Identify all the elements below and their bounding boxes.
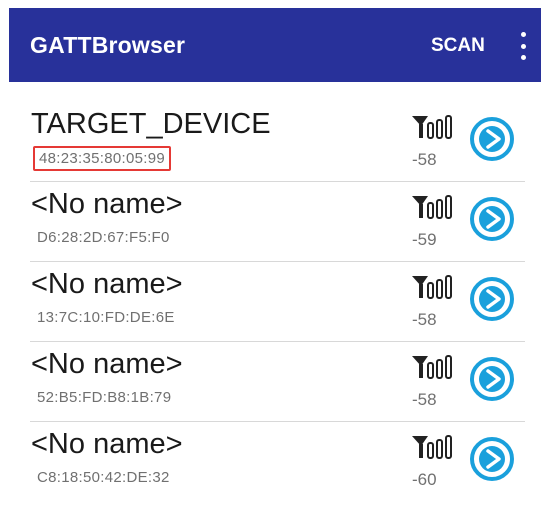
device-address: 48:23:35:80:05:99 <box>33 146 172 171</box>
device-row[interactable]: <No name> C8:18:50:42:DE:32 -60 <box>0 422 541 502</box>
device-address: 52:B5:FD:B8:1B:79 <box>37 389 172 406</box>
device-name: <No name> <box>31 348 183 380</box>
signal-strength-icon <box>412 435 452 459</box>
rssi-value: -60 <box>412 470 437 489</box>
play-circle-icon[interactable] <box>469 196 515 242</box>
device-name: <No name> <box>31 428 183 460</box>
rssi-value: -58 <box>412 310 437 329</box>
play-circle-icon[interactable] <box>469 356 515 402</box>
device-address: 13:7C:10:FD:DE:6E <box>37 309 175 326</box>
more-vert-icon[interactable] <box>512 32 534 60</box>
signal-strength-icon <box>412 195 452 219</box>
play-circle-icon[interactable] <box>469 116 515 162</box>
device-row[interactable]: <No name> 13:7C:10:FD:DE:6E -58 <box>0 262 541 342</box>
device-row[interactable]: TARGET_DEVICE 48:23:35:80:05:99 -58 <box>0 102 541 182</box>
app-bar: GATTBrowser SCAN <box>9 8 541 82</box>
signal-strength-icon <box>412 115 452 139</box>
device-address: C8:18:50:42:DE:32 <box>37 469 170 486</box>
play-circle-icon[interactable] <box>469 436 515 482</box>
signal-strength-icon <box>412 275 452 299</box>
app-title: GATTBrowser <box>30 32 186 58</box>
device-name: TARGET_DEVICE <box>31 108 271 140</box>
play-circle-icon[interactable] <box>469 276 515 322</box>
signal-strength-icon <box>412 355 452 379</box>
device-name: <No name> <box>31 268 183 300</box>
rssi-value: -58 <box>412 390 437 409</box>
device-list: TARGET_DEVICE 48:23:35:80:05:99 -58 <No … <box>0 102 541 502</box>
device-address: D6:28:2D:67:F5:F0 <box>37 229 170 246</box>
device-row[interactable]: <No name> D6:28:2D:67:F5:F0 -59 <box>0 182 541 262</box>
device-name: <No name> <box>31 188 183 220</box>
rssi-value: -58 <box>412 150 437 169</box>
device-row[interactable]: <No name> 52:B5:FD:B8:1B:79 -58 <box>0 342 541 422</box>
scan-button[interactable]: SCAN <box>431 35 485 57</box>
rssi-value: -59 <box>412 230 437 249</box>
